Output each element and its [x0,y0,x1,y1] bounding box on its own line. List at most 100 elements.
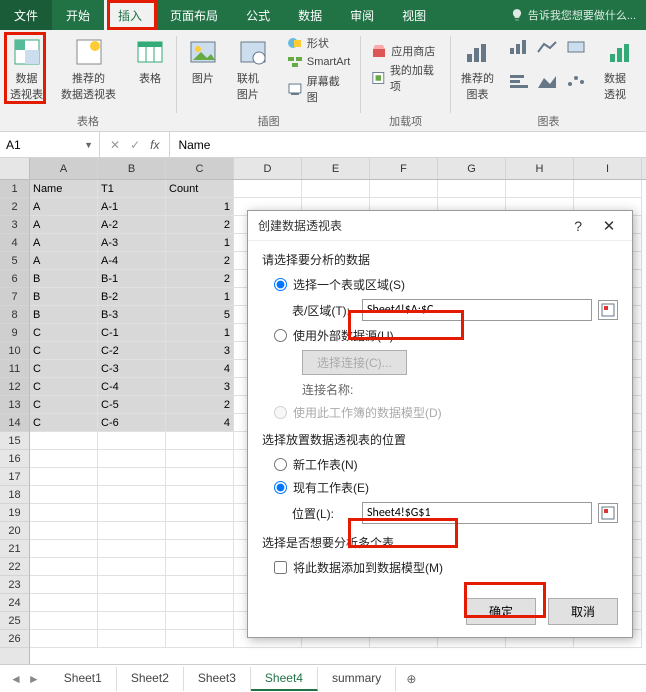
cell[interactable] [166,468,234,486]
pivot-chart-button[interactable]: 数据透视 [600,34,640,104]
cell[interactable]: 4 [166,414,234,432]
row-header[interactable]: 12 [0,378,29,396]
cell[interactable]: 2 [166,216,234,234]
cell[interactable] [30,450,98,468]
smartart-button[interactable]: SmartArt [283,53,354,71]
recommended-pivot-button[interactable]: 推荐的 数据透视表 [57,34,120,104]
cell[interactable]: C-5 [98,396,166,414]
cell[interactable]: 3 [166,342,234,360]
cell[interactable] [166,612,234,630]
cell[interactable]: A [30,252,98,270]
row-header[interactable]: 23 [0,576,29,594]
add-sheet-icon[interactable]: ⊕ [396,672,426,686]
row-header[interactable]: 25 [0,612,29,630]
cell[interactable]: Count [166,180,234,198]
cell[interactable]: Name [30,180,98,198]
cell[interactable]: T1 [98,180,166,198]
cell[interactable]: 2 [166,252,234,270]
tab-view[interactable]: 视图 [388,0,440,31]
cell[interactable]: B [30,288,98,306]
sheet-tab[interactable]: Sheet1 [50,667,117,691]
col-header-C[interactable]: C [166,158,234,179]
cell[interactable] [98,612,166,630]
col-header-G[interactable]: G [438,158,506,179]
cell[interactable]: C-4 [98,378,166,396]
row-header[interactable]: 16 [0,450,29,468]
name-box[interactable]: A1 ▼ [0,132,100,157]
cell[interactable] [98,540,166,558]
row-header[interactable]: 1 [0,180,29,198]
cell[interactable] [98,486,166,504]
recommended-charts-button[interactable]: 推荐的 图表 [457,34,498,104]
radio-select-range[interactable] [274,278,287,291]
cell[interactable] [30,594,98,612]
sheet-nav-next-icon[interactable]: ► [28,672,40,686]
radio-new-sheet[interactable] [274,458,287,471]
cell[interactable]: C [30,324,98,342]
confirm-formula-icon[interactable]: ✓ [130,138,140,152]
cell[interactable] [30,558,98,576]
cell[interactable]: A-1 [98,198,166,216]
col-header-A[interactable]: A [30,158,98,179]
col-header-I[interactable]: I [574,158,642,179]
row-header[interactable]: 6 [0,270,29,288]
cell[interactable] [98,504,166,522]
cell[interactable] [166,558,234,576]
checkbox-add-to-model[interactable] [274,561,287,574]
cell[interactable]: A [30,198,98,216]
cell[interactable] [302,180,370,198]
col-header-D[interactable]: D [234,158,302,179]
online-picture-button[interactable]: 联机图片 [233,34,273,106]
screenshot-button[interactable]: 屏幕截图 [283,72,354,106]
radio-external[interactable] [274,329,287,342]
sheet-tab[interactable]: summary [318,667,396,691]
cell[interactable]: B-3 [98,306,166,324]
cell[interactable] [574,180,642,198]
cell[interactable] [98,432,166,450]
cell[interactable]: A-4 [98,252,166,270]
sheet-nav-prev-icon[interactable]: ◄ [10,672,22,686]
cancel-formula-icon[interactable]: ✕ [110,138,120,152]
cell[interactable]: C [30,360,98,378]
cell[interactable]: A-3 [98,234,166,252]
cell[interactable]: B-2 [98,288,166,306]
row-header[interactable]: 7 [0,288,29,306]
row-header[interactable]: 8 [0,306,29,324]
area-chart-icon[interactable] [536,72,560,90]
row-header[interactable]: 19 [0,504,29,522]
select-all-corner[interactable] [0,158,29,180]
cell[interactable]: A-2 [98,216,166,234]
cell[interactable] [166,486,234,504]
hbar-chart-icon[interactable] [508,72,532,90]
cell[interactable] [30,630,98,648]
location-picker-icon[interactable] [598,503,618,523]
cell[interactable]: 5 [166,306,234,324]
col-header-H[interactable]: H [506,158,574,179]
cell[interactable] [166,450,234,468]
cell[interactable]: C [30,414,98,432]
cell[interactable]: 1 [166,198,234,216]
row-header[interactable]: 15 [0,432,29,450]
row-header[interactable]: 5 [0,252,29,270]
sheet-tab[interactable]: Sheet2 [117,667,184,691]
cell[interactable]: 1 [166,324,234,342]
cell[interactable]: 2 [166,396,234,414]
cell[interactable] [98,522,166,540]
cell[interactable]: 1 [166,288,234,306]
cell[interactable]: B [30,306,98,324]
cancel-button[interactable]: 取消 [548,598,618,625]
cell[interactable]: C [30,378,98,396]
col-header-E[interactable]: E [302,158,370,179]
cell[interactable] [30,486,98,504]
cell[interactable] [98,576,166,594]
cell[interactable] [506,180,574,198]
cell[interactable]: C-3 [98,360,166,378]
dialog-help-icon[interactable]: ? [574,218,582,234]
table-button[interactable]: 表格 [130,34,170,104]
cell[interactable] [166,504,234,522]
col-header-F[interactable]: F [370,158,438,179]
cell[interactable]: C [30,396,98,414]
row-header[interactable]: 22 [0,558,29,576]
row-header[interactable]: 17 [0,468,29,486]
cell[interactable]: A [30,234,98,252]
